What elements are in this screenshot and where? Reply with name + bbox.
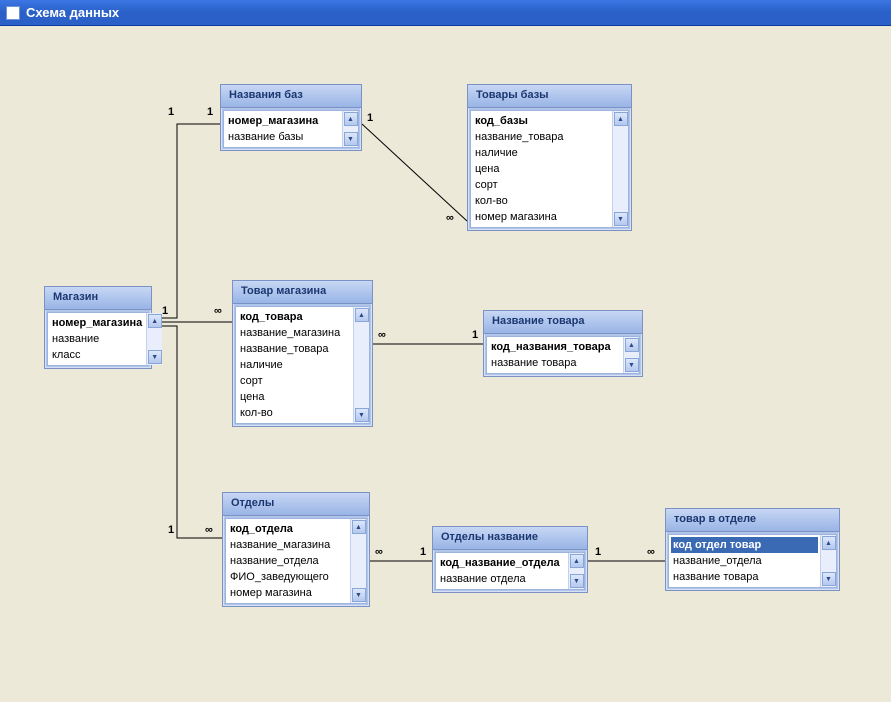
scroll-down-icon[interactable]: ▼ (344, 132, 358, 146)
table-otdely-nazvanie[interactable]: Отделы название код_название_отдела назв… (432, 526, 588, 593)
scroll-up-icon[interactable]: ▲ (570, 554, 584, 568)
scrollbar[interactable]: ▲ ▼ (146, 313, 162, 365)
field-list[interactable]: номер_магазина название базы (224, 111, 342, 147)
cardinality-label: 1 (595, 546, 601, 558)
table-tovar-v-otdele[interactable]: товар в отделе код отдел товар название_… (665, 508, 840, 591)
scroll-down-icon[interactable]: ▼ (148, 350, 162, 364)
table-title[interactable]: Товары базы (468, 85, 631, 108)
scroll-up-icon[interactable]: ▲ (148, 314, 162, 328)
scroll-up-icon[interactable]: ▲ (614, 112, 628, 126)
field[interactable]: цена (475, 161, 608, 177)
app-icon (6, 6, 20, 20)
field[interactable]: название_магазина (240, 325, 349, 341)
field[interactable]: название_магазина (230, 537, 346, 553)
table-title[interactable]: Названия баз (221, 85, 361, 108)
scroll-up-icon[interactable]: ▲ (822, 536, 836, 550)
field[interactable]: номер магазина (475, 209, 608, 225)
field[interactable]: кол-во (475, 193, 608, 209)
field-list[interactable]: номер_магазина название класс (48, 313, 146, 365)
field[interactable]: сорт (475, 177, 608, 193)
scroll-down-icon[interactable]: ▼ (570, 574, 584, 588)
field[interactable]: цена (240, 389, 349, 405)
field[interactable]: номер_магазина (52, 315, 142, 331)
table-nazvaniya-baz[interactable]: Названия баз номер_магазина название баз… (220, 84, 362, 151)
field[interactable]: код_товара (240, 309, 349, 325)
diagram-canvas[interactable]: 1 1 1 ∞ 1 ∞ ∞ 1 1 ∞ ∞ 1 1 ∞ Названия баз… (0, 26, 891, 702)
field[interactable]: код отдел товар (671, 537, 818, 553)
cardinality-label: ∞ (446, 212, 454, 224)
field[interactable]: код_названия_товара (491, 339, 619, 355)
scroll-down-icon[interactable]: ▼ (625, 358, 639, 372)
field[interactable]: название_отдела (230, 553, 346, 569)
field[interactable]: название отдела (440, 571, 564, 587)
scrollbar[interactable]: ▲ ▼ (353, 307, 369, 423)
field-list[interactable]: код_базы название_товара наличие цена со… (471, 111, 612, 227)
scroll-up-icon[interactable]: ▲ (625, 338, 639, 352)
field[interactable]: название_отдела (673, 553, 816, 569)
scroll-down-icon[interactable]: ▼ (614, 212, 628, 226)
cardinality-label: ∞ (205, 524, 213, 536)
scroll-down-icon[interactable]: ▼ (822, 572, 836, 586)
cardinality-label: ∞ (214, 305, 222, 317)
field[interactable]: название_товара (475, 129, 608, 145)
scroll-up-icon[interactable]: ▲ (344, 112, 358, 126)
scroll-up-icon[interactable]: ▲ (352, 520, 366, 534)
window-title: Схема данных (26, 5, 119, 20)
field[interactable]: название базы (228, 129, 338, 145)
table-nazvanie-tovara[interactable]: Название товара код_названия_товара назв… (483, 310, 643, 377)
cardinality-label: 1 (420, 546, 426, 558)
field[interactable]: код_название_отдела (440, 555, 564, 571)
cardinality-label: ∞ (378, 329, 386, 341)
cardinality-label: 1 (168, 524, 174, 536)
table-otdely[interactable]: Отделы код_отдела название_магазина назв… (222, 492, 370, 607)
table-title[interactable]: Отделы название (433, 527, 587, 550)
field[interactable]: сорт (240, 373, 349, 389)
cardinality-label: ∞ (375, 546, 383, 558)
field[interactable]: кол-во (240, 405, 349, 421)
field[interactable]: номер_магазина (228, 113, 338, 129)
field[interactable]: ФИО_заведующего (230, 569, 346, 585)
cardinality-label: 1 (367, 112, 373, 124)
field[interactable]: название товара (491, 355, 619, 371)
field-list[interactable]: код_название_отдела название отдела (436, 553, 568, 589)
field-list[interactable]: код_товара название_магазина название_то… (236, 307, 353, 423)
scrollbar[interactable]: ▲ ▼ (623, 337, 639, 373)
table-magazin[interactable]: Магазин номер_магазина название класс ▲ … (44, 286, 152, 369)
field[interactable]: номер магазина (230, 585, 346, 601)
table-tovar-magazina[interactable]: Товар магазина код_товара название_магаз… (232, 280, 373, 427)
field[interactable]: название (52, 331, 142, 347)
field[interactable]: наличие (475, 145, 608, 161)
field[interactable]: название товара (673, 569, 816, 585)
field-list[interactable]: код отдел товар название_отдела название… (669, 535, 820, 587)
field[interactable]: название_товара (240, 341, 349, 357)
table-title[interactable]: Название товара (484, 311, 642, 334)
scroll-up-icon[interactable]: ▲ (355, 308, 369, 322)
field[interactable]: класс (52, 347, 142, 363)
cardinality-label: 1 (472, 329, 478, 341)
table-title[interactable]: Товар магазина (233, 281, 372, 304)
cardinality-label: 1 (162, 305, 168, 317)
scrollbar[interactable]: ▲ ▼ (568, 553, 584, 589)
cardinality-label: 1 (207, 106, 213, 118)
scrollbar[interactable]: ▲ ▼ (342, 111, 358, 147)
scrollbar[interactable]: ▲ ▼ (612, 111, 628, 227)
scrollbar[interactable]: ▲ ▼ (820, 535, 836, 587)
cardinality-label: 1 (168, 106, 174, 118)
window-titlebar[interactable]: Схема данных (0, 0, 891, 26)
table-title[interactable]: Магазин (45, 287, 151, 310)
field-list[interactable]: код_отдела название_магазина название_от… (226, 519, 350, 603)
table-tovary-bazy[interactable]: Товары базы код_базы название_товара нал… (467, 84, 632, 231)
field[interactable]: код_базы (475, 113, 608, 129)
scroll-down-icon[interactable]: ▼ (355, 408, 369, 422)
table-title[interactable]: товар в отделе (666, 509, 839, 532)
field-list[interactable]: код_названия_товара название товара (487, 337, 623, 373)
field[interactable]: наличие (240, 357, 349, 373)
field[interactable]: код_отдела (230, 521, 346, 537)
scrollbar[interactable]: ▲ ▼ (350, 519, 366, 603)
table-title[interactable]: Отделы (223, 493, 369, 516)
cardinality-label: ∞ (647, 546, 655, 558)
scroll-down-icon[interactable]: ▼ (352, 588, 366, 602)
